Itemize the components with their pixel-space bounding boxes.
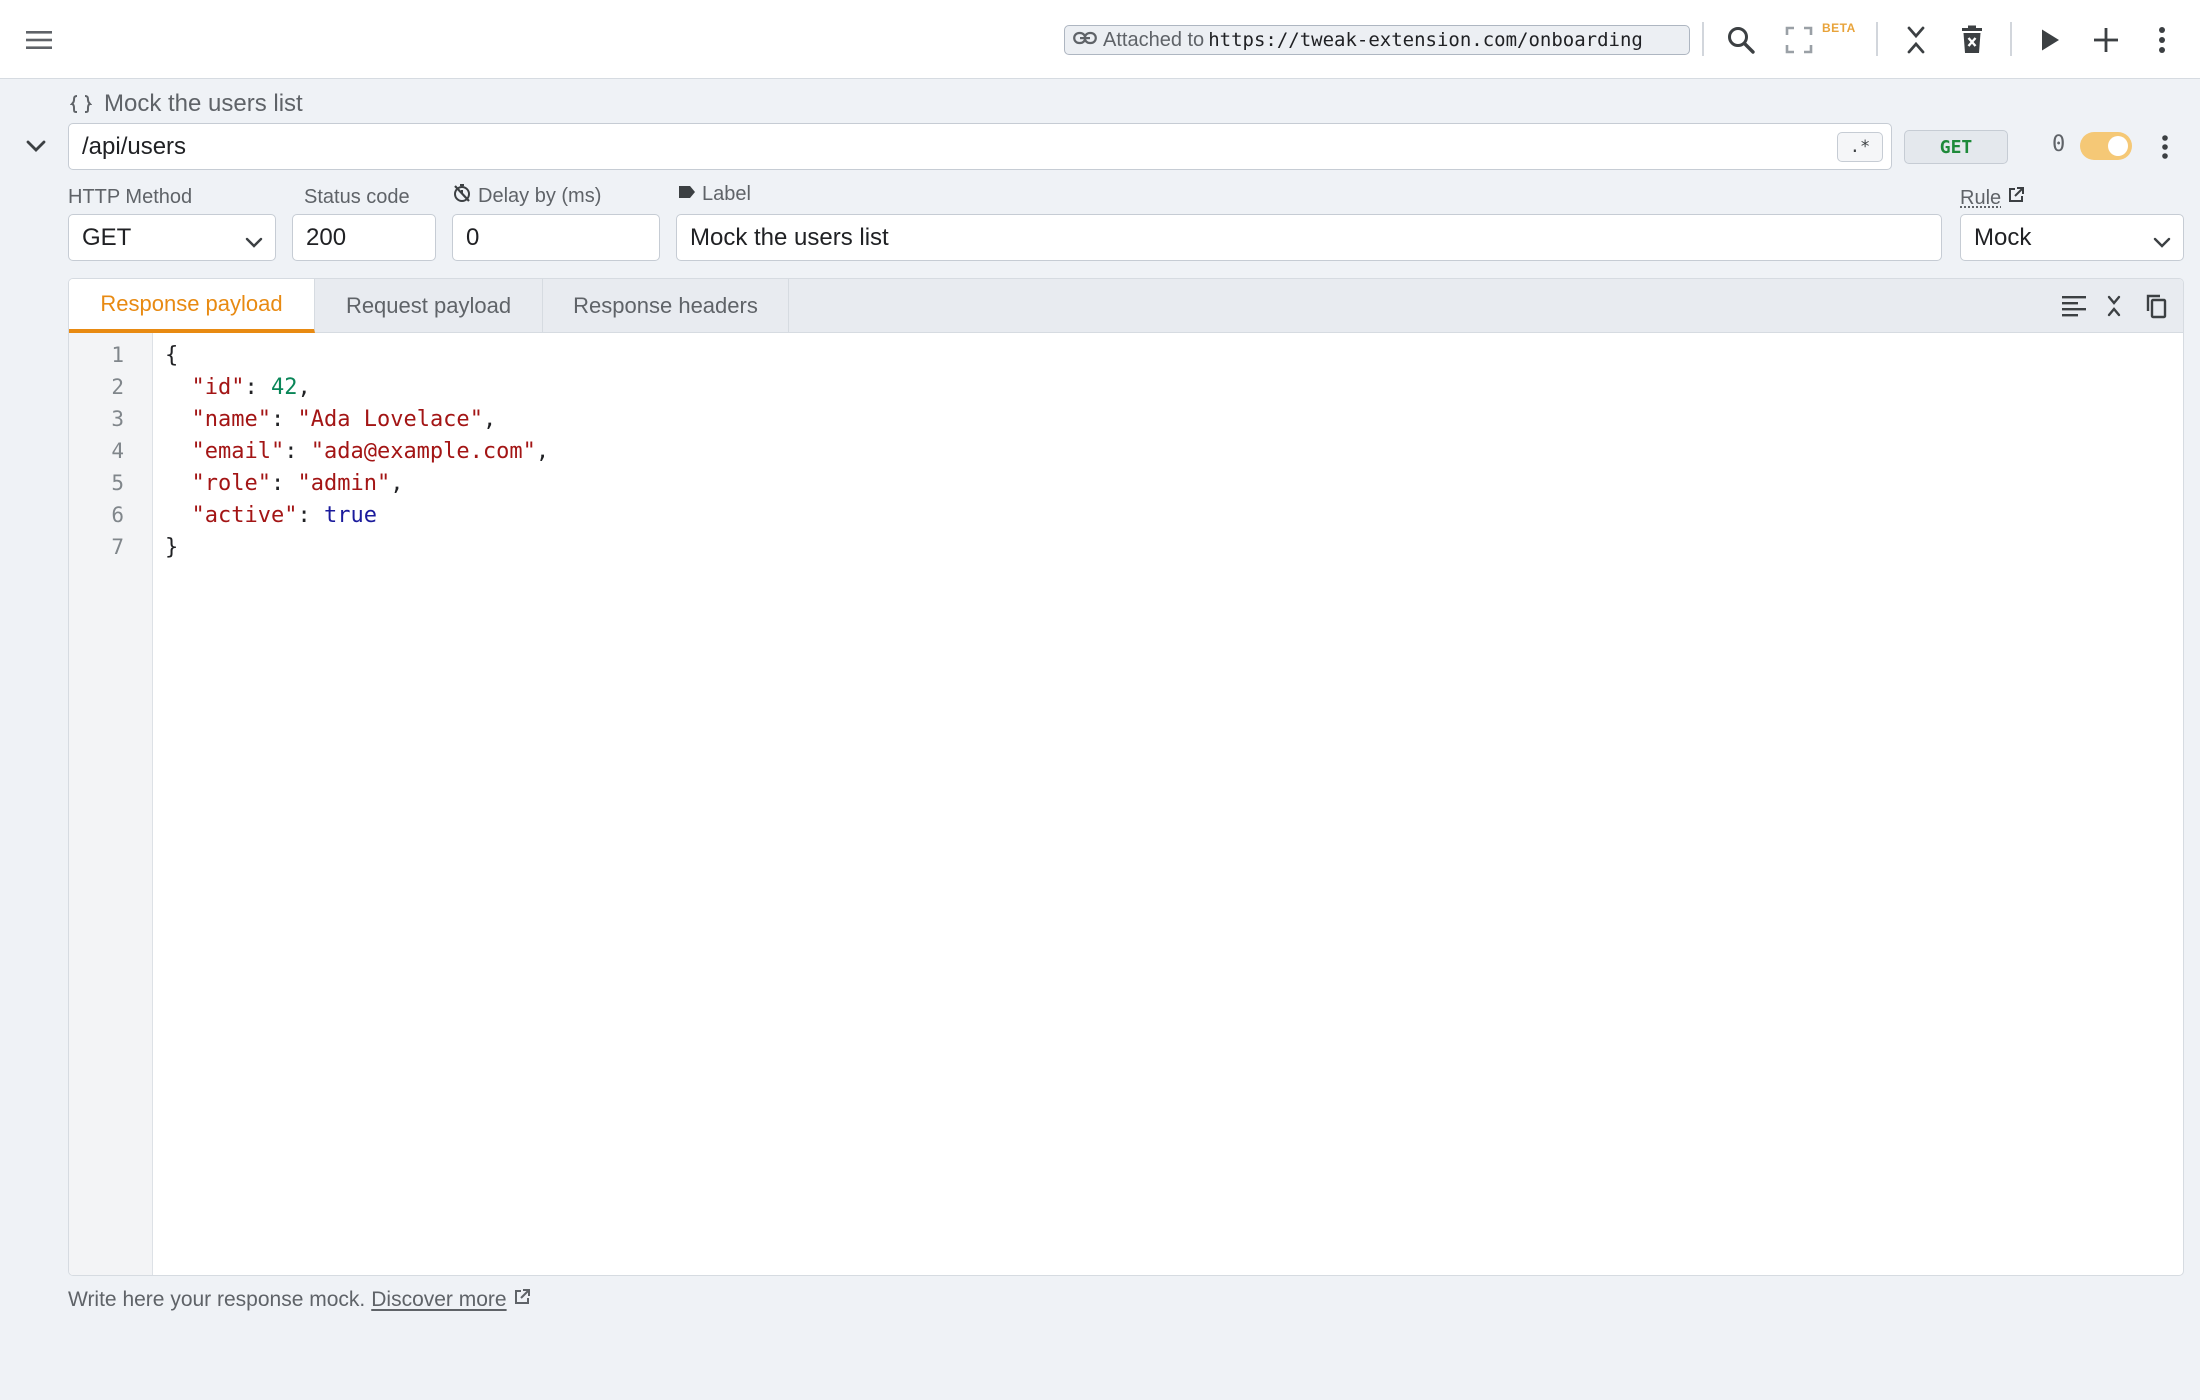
chevron-down-icon	[2153, 228, 2171, 256]
tab-response-headers[interactable]: Response headers	[543, 279, 789, 333]
attached-url-chip[interactable]: Attached to https://tweak-extension.com/…	[1064, 25, 1690, 55]
payload-id-value: 42	[270, 375, 298, 400]
code-line[interactable]: }	[165, 535, 178, 560]
hit-count: 0	[2052, 132, 2066, 157]
label-input[interactable]: Mock the users list	[676, 214, 1942, 261]
line-number: 4	[111, 439, 124, 463]
link-icon	[1073, 31, 1097, 50]
collapse-all-icon[interactable]	[1898, 22, 1934, 58]
payload-name-value: Ada Lovelace	[310, 407, 470, 432]
payload-active-value: true	[323, 503, 377, 528]
json-braces-icon	[68, 92, 94, 116]
rule-type-select[interactable]: Mock	[1960, 214, 2184, 261]
editor-tabs: Response payload Request payload Respons…	[69, 279, 2183, 333]
line-number: 3	[111, 407, 124, 431]
attached-url: https://tweak-extension.com/onboarding	[1208, 29, 1643, 51]
code-line[interactable]: "active": true	[165, 503, 377, 528]
divider	[1876, 22, 1878, 56]
external-link-icon	[2007, 186, 2031, 210]
http-method-label: HTTP Method	[68, 186, 193, 208]
line-number: 7	[111, 535, 124, 559]
payload-email-value: ada@example.com	[323, 439, 523, 464]
code-line[interactable]: "name": "Ada Lovelace",	[165, 407, 497, 432]
rule-type-label[interactable]: Rule	[1960, 186, 2031, 210]
toggle-knob	[2108, 136, 2128, 156]
divider	[2010, 22, 2012, 56]
add-icon[interactable]	[2088, 22, 2124, 58]
beta-badge: BETA	[1822, 21, 1856, 35]
delay-label: Delay by (ms)	[452, 183, 601, 209]
line-number: 2	[111, 375, 124, 399]
code-line[interactable]: "email": "ada@example.com",	[165, 439, 550, 464]
status-code-input[interactable]: 200	[292, 214, 436, 261]
chevron-down-icon	[245, 228, 263, 256]
url-pattern-input[interactable]: /api/users .*	[68, 123, 1892, 170]
play-icon[interactable]	[2032, 22, 2068, 58]
format-icon[interactable]	[2057, 289, 2091, 323]
delay-input[interactable]: 0	[452, 214, 660, 261]
label-field-label: Label	[678, 183, 751, 206]
rule-enabled-toggle[interactable]	[2080, 132, 2132, 160]
chevron-down-icon[interactable]	[20, 130, 52, 162]
method-badge: GET	[1904, 130, 2008, 164]
code-line[interactable]: {	[165, 343, 178, 368]
payload-role-value: admin	[310, 471, 377, 496]
tab-response-payload[interactable]: Response payload	[69, 279, 315, 333]
copy-icon[interactable]	[2139, 289, 2173, 323]
search-icon[interactable]	[1722, 22, 1760, 58]
attached-label: Attached to	[1103, 28, 1205, 51]
rule-more-icon[interactable]	[2154, 130, 2176, 164]
regex-toggle-button[interactable]: .*	[1837, 132, 1883, 162]
code-line[interactable]: "role": "admin",	[165, 471, 404, 496]
discover-more-link[interactable]: Discover more	[371, 1288, 506, 1312]
timer-off-icon	[452, 183, 478, 209]
external-link-icon	[513, 1288, 531, 1312]
delete-icon[interactable]	[1954, 22, 1990, 58]
fold-all-icon[interactable]	[2099, 289, 2129, 323]
payload-editor: Response payload Request payload Respons…	[68, 278, 2184, 1276]
divider	[1702, 22, 1704, 56]
menu-icon[interactable]	[20, 22, 58, 58]
code-line[interactable]: "id": 42,	[165, 375, 311, 400]
url-pattern-value: /api/users	[82, 133, 187, 160]
top-toolbar: Attached to https://tweak-extension.com/…	[0, 0, 2200, 79]
rule-title: Mock the users list	[104, 90, 303, 117]
fullscreen-icon[interactable]	[1780, 22, 1818, 58]
line-number: 5	[111, 471, 124, 495]
line-number-gutter: 1 2 3 4 5 6 7	[69, 333, 153, 1275]
tag-icon	[678, 183, 702, 206]
tab-request-payload[interactable]: Request payload	[315, 279, 543, 333]
status-code-label: Status code	[304, 186, 410, 208]
http-method-select[interactable]: GET	[68, 214, 276, 261]
line-number: 6	[111, 503, 124, 527]
line-number: 1	[111, 343, 124, 367]
footer-hint: Write here your response mock. Discover …	[68, 1288, 531, 1312]
more-vertical-icon[interactable]	[2144, 22, 2180, 58]
